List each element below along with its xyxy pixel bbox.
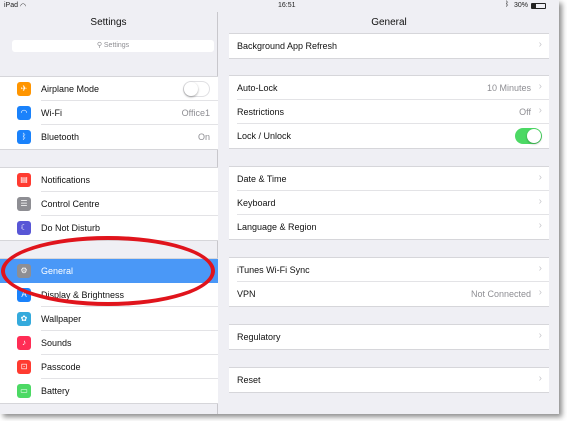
sidebar-item-do-not-disturb[interactable]: ☾ Do Not Disturb bbox=[0, 216, 218, 240]
sidebar-group-connectivity: ✈ Airplane Mode ◠ Wi-Fi Office1 ᛒ Blueto… bbox=[0, 76, 218, 150]
row-date-time[interactable]: Date & Time › bbox=[229, 167, 549, 191]
airplane-mode-toggle[interactable] bbox=[183, 81, 210, 97]
moon-icon: ☾ bbox=[17, 221, 31, 235]
airplane-icon: ✈ bbox=[17, 82, 31, 96]
chevron-right-icon: › bbox=[538, 373, 542, 384]
device-name: iPad bbox=[4, 2, 19, 9]
sidebar-item-airplane-mode[interactable]: ✈ Airplane Mode bbox=[0, 77, 218, 101]
detail-group-locale: Date & Time › Keyboard › Language & Regi… bbox=[229, 166, 549, 240]
sidebar-item-passcode[interactable]: ⊡ Passcode bbox=[0, 355, 218, 379]
sidebar-item-wifi[interactable]: ◠ Wi-Fi Office1 bbox=[0, 101, 218, 125]
general-detail-pane: General Background App Refresh › Auto-Lo… bbox=[219, 12, 559, 414]
bluetooth-status-icon: ᛒ bbox=[505, 1, 510, 8]
sidebar-item-notifications[interactable]: ▤ Notifications bbox=[0, 168, 218, 192]
settings-sidebar: Settings ⚲ Settings ✈ Airplane Mode ◠ Wi… bbox=[0, 12, 218, 414]
sidebar-item-bluetooth[interactable]: ᛒ Bluetooth On bbox=[0, 125, 218, 149]
control-centre-icon: ☰ bbox=[17, 197, 31, 211]
chevron-right-icon: › bbox=[538, 39, 542, 50]
detail-group-regulatory: Regulatory › bbox=[229, 324, 549, 350]
sidebar-item-battery[interactable]: ▭ Battery bbox=[0, 379, 218, 403]
wallpaper-icon: ✿ bbox=[17, 312, 31, 326]
detail-group-refresh: Background App Refresh › bbox=[229, 33, 549, 59]
row-reset[interactable]: Reset › bbox=[229, 368, 549, 392]
sidebar-item-wallpaper[interactable]: ✿ Wallpaper bbox=[0, 307, 218, 331]
detail-group-reset: Reset › bbox=[229, 367, 549, 393]
lock-unlock-toggle[interactable] bbox=[515, 128, 542, 144]
chevron-right-icon: › bbox=[538, 330, 542, 341]
chevron-right-icon: › bbox=[538, 196, 542, 207]
row-vpn[interactable]: VPN Not Connected › bbox=[229, 282, 549, 306]
search-input[interactable]: ⚲ Settings bbox=[12, 40, 214, 52]
battery-icon: ▭ bbox=[17, 384, 31, 398]
chevron-right-icon: › bbox=[538, 263, 542, 274]
gear-icon: ⚙ bbox=[17, 264, 31, 278]
notifications-icon: ▤ bbox=[17, 173, 31, 187]
detail-group-sync: iTunes Wi-Fi Sync › VPN Not Connected › bbox=[229, 257, 549, 307]
bluetooth-icon: ᛒ bbox=[17, 130, 31, 144]
chevron-right-icon: › bbox=[538, 220, 542, 231]
row-language-region[interactable]: Language & Region › bbox=[229, 215, 549, 239]
page-title: General bbox=[371, 17, 407, 28]
wifi-icon: ◠ bbox=[17, 106, 31, 120]
wifi-status-icon: ◠ bbox=[20, 3, 27, 10]
sidebar-group-device: ⚙ General A Display & Brightness ✿ Wallp… bbox=[0, 258, 218, 404]
display-icon: A bbox=[17, 288, 31, 302]
row-keyboard[interactable]: Keyboard › bbox=[229, 191, 549, 215]
status-bar: iPad ◠ 16:51 ᛒ 30% bbox=[0, 0, 559, 12]
sidebar-group-system: ▤ Notifications ☰ Control Centre ☾ Do No… bbox=[0, 167, 218, 241]
chevron-right-icon: › bbox=[538, 81, 542, 92]
sidebar-item-control-centre[interactable]: ☰ Control Centre bbox=[0, 192, 218, 216]
sidebar-item-general[interactable]: ⚙ General bbox=[0, 259, 218, 283]
detail-group-lock: Auto-Lock 10 Minutes › Restrictions Off … bbox=[229, 75, 549, 149]
search-icon: ⚲ bbox=[96, 42, 104, 49]
battery-status-icon bbox=[531, 3, 546, 9]
clock: 16:51 bbox=[278, 2, 296, 9]
chevron-right-icon: › bbox=[538, 172, 542, 183]
sidebar-item-display-brightness[interactable]: A Display & Brightness bbox=[0, 283, 218, 307]
row-lock-unlock[interactable]: Lock / Unlock bbox=[229, 124, 549, 148]
row-itunes-wifi-sync[interactable]: iTunes Wi-Fi Sync › bbox=[229, 258, 549, 282]
sounds-icon: ♪ bbox=[17, 336, 31, 350]
sidebar-title: Settings bbox=[90, 17, 127, 28]
ipad-screen: iPad ◠ 16:51 ᛒ 30% Settings ⚲ Settings ✈… bbox=[0, 0, 559, 414]
row-background-app-refresh[interactable]: Background App Refresh › bbox=[229, 34, 549, 58]
sidebar-item-sounds[interactable]: ♪ Sounds bbox=[0, 331, 218, 355]
chevron-right-icon: › bbox=[538, 105, 542, 116]
passcode-icon: ⊡ bbox=[17, 360, 31, 374]
battery-percent: 30% bbox=[514, 2, 529, 9]
row-auto-lock[interactable]: Auto-Lock 10 Minutes › bbox=[229, 76, 549, 100]
chevron-right-icon: › bbox=[538, 287, 542, 298]
row-restrictions[interactable]: Restrictions Off › bbox=[229, 100, 549, 124]
row-regulatory[interactable]: Regulatory › bbox=[229, 325, 549, 349]
